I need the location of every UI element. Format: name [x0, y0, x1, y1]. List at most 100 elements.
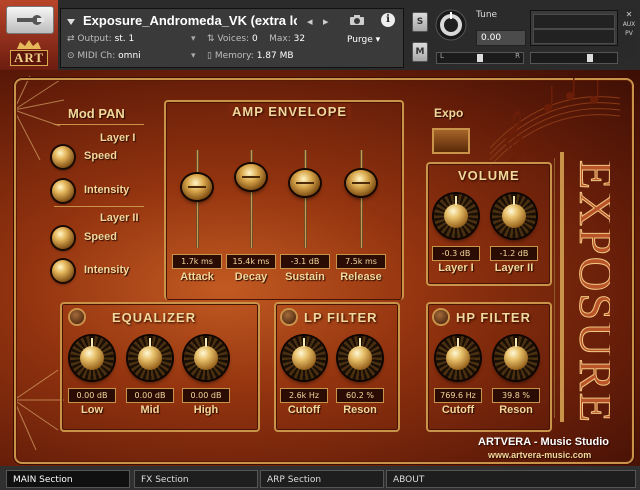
- eq-low-knob-pointer: [91, 338, 93, 347]
- aux-pv-column: ✕ AUX PV: [620, 8, 638, 58]
- purge-dropdown-icon: ▾: [375, 35, 381, 45]
- tune-knob[interactable]: [434, 8, 468, 42]
- volume-handle[interactable]: [587, 54, 593, 62]
- layer1-speed-knob[interactable]: [52, 146, 74, 168]
- lp-reson-label: Reson: [343, 404, 377, 416]
- equalizer-title: EQUALIZER: [112, 310, 197, 325]
- layer2-speed-knob[interactable]: [52, 227, 74, 249]
- svg-text:EXPOSURE: EXPOSURE: [569, 160, 610, 424]
- eq-low-value[interactable]: 0.00 dB: [68, 388, 116, 403]
- amp-envelope-title: AMP ENVELOPE: [228, 104, 352, 119]
- layer2-intensity-knob[interactable]: [52, 260, 74, 282]
- eq-high-knob[interactable]: [184, 336, 228, 380]
- crown-icon: [17, 40, 41, 49]
- art-logo: ART: [6, 36, 52, 66]
- instrument-header: ART Exposure_Andromeda_VK (extra lor ◂ ▸…: [0, 0, 640, 70]
- lp-reson-knob-pointer: [359, 338, 361, 347]
- output-dropdown-icon[interactable]: ▾: [191, 34, 196, 44]
- instrument-name[interactable]: Exposure_Andromeda_VK (extra lor: [67, 13, 297, 31]
- lp-filter-enable-button[interactable]: [282, 310, 296, 324]
- decay-value[interactable]: 15.4k ms: [226, 254, 276, 269]
- pv-label[interactable]: PV: [620, 30, 638, 37]
- tab-main-section[interactable]: MAIN Section: [6, 470, 130, 488]
- release-slider-handle[interactable]: [346, 170, 376, 196]
- eq-low-knob[interactable]: [70, 336, 114, 380]
- prev-instrument-icon[interactable]: ◂: [307, 15, 313, 28]
- tune-value[interactable]: 0.00: [476, 30, 526, 46]
- layer2-speed-label: Speed: [84, 231, 118, 243]
- lp-filter-title: LP FILTER: [304, 310, 378, 325]
- pan-slider[interactable]: L R: [436, 52, 524, 64]
- layer-divider: [54, 206, 144, 207]
- purge-dropdown[interactable]: Purge ▾: [347, 35, 399, 45]
- decay-label: Decay: [234, 271, 268, 283]
- logo-text: ART: [10, 50, 48, 66]
- exposure-brand-logo: EXPOSURE: [554, 152, 610, 425]
- close-icon[interactable]: ✕: [620, 10, 638, 19]
- layer1-intensity-knob[interactable]: [52, 180, 74, 202]
- eq-high-label: High: [193, 404, 219, 416]
- sustain-slider-handle[interactable]: [290, 170, 320, 196]
- instrument-info-panel: Exposure_Andromeda_VK (extra lor ◂ ▸ i ⇄…: [60, 8, 404, 68]
- lp-cutoff-value[interactable]: 2.6k Hz: [280, 388, 328, 403]
- voices-row: ⇅ Voices: 0 Max: 32: [207, 34, 306, 44]
- tab-fx-section[interactable]: FX Section: [134, 470, 258, 488]
- mute-button[interactable]: M: [412, 42, 428, 62]
- eq-high-value[interactable]: 0.00 dB: [182, 388, 230, 403]
- tab-arp-section[interactable]: ARP Section: [260, 470, 384, 488]
- next-instrument-icon[interactable]: ▸: [323, 15, 329, 28]
- lp-reson-knob[interactable]: [338, 336, 382, 380]
- midi-row[interactable]: ⊙ MIDI Ch: omni: [67, 51, 141, 61]
- section-tab-bar: MAIN Section FX Section ARP Section ABOU…: [0, 466, 640, 490]
- amp-envelope-panel: [164, 100, 404, 300]
- tune-label: Tune: [476, 10, 498, 20]
- wrench-icon: [17, 15, 44, 25]
- eq-mid-value[interactable]: 0.00 dB: [126, 388, 174, 403]
- attack-value[interactable]: 1.7k ms: [172, 254, 222, 269]
- pan-right-label: R: [515, 52, 520, 60]
- instrument-body: Mod PAN Layer I Speed Intensity Layer II…: [0, 70, 640, 466]
- layer1-speed-label: Speed: [84, 150, 118, 162]
- volume-layeri-knob-cap: [444, 204, 468, 228]
- eq-mid-knob[interactable]: [128, 336, 172, 380]
- midi-dropdown-icon[interactable]: ▾: [191, 51, 196, 61]
- dropdown-triangle-icon: [67, 18, 75, 25]
- hp-filter-enable-button[interactable]: [434, 310, 448, 324]
- wrench-button[interactable]: [6, 6, 54, 34]
- expo-label: Expo: [434, 106, 464, 120]
- release-label: Release: [340, 271, 382, 283]
- lp-reson-knob-cap: [348, 346, 372, 370]
- eq-mid-label: Mid: [140, 404, 160, 416]
- solo-button[interactable]: S: [412, 12, 428, 32]
- memory-row: ▯ Memory: 1.87 MB: [207, 51, 294, 61]
- volume-slider[interactable]: [530, 52, 618, 64]
- lp-cutoff-knob-cap: [292, 346, 316, 370]
- sustain-slider-track[interactable]: [304, 150, 307, 248]
- mod-pan-title: Mod PAN: [68, 106, 125, 121]
- aux-label[interactable]: AUX: [620, 21, 638, 28]
- output-row[interactable]: ⇄ Output: st. 1: [67, 34, 134, 44]
- meter-right-channel: [533, 29, 615, 44]
- lp-cutoff-knob[interactable]: [282, 336, 326, 380]
- eq-low-label: Low: [81, 404, 103, 416]
- pan-handle[interactable]: [477, 54, 483, 62]
- tab-about[interactable]: ABOUT: [386, 470, 636, 488]
- attack-label: Attack: [180, 271, 214, 283]
- studio-url[interactable]: www.artvera-music.com: [488, 450, 591, 460]
- sustain-value[interactable]: -3.1 dB: [280, 254, 330, 269]
- release-value[interactable]: 7.5k ms: [336, 254, 386, 269]
- mod-pan-divider: [54, 124, 144, 125]
- decay-slider-handle[interactable]: [236, 164, 266, 190]
- camera-icon[interactable]: [349, 14, 365, 26]
- eq-low-knob-cap: [80, 346, 104, 370]
- release-slider-track[interactable]: [360, 150, 363, 248]
- sustain-label: Sustain: [285, 271, 325, 283]
- expo-button[interactable]: [432, 128, 470, 154]
- lp-reson-value[interactable]: 60.2 %: [336, 388, 384, 403]
- lp-cutoff-knob-pointer: [303, 338, 305, 347]
- midi-icon: ⊙: [67, 51, 78, 61]
- attack-slider-handle[interactable]: [182, 174, 212, 200]
- equalizer-enable-button[interactable]: [70, 310, 84, 324]
- info-icon[interactable]: i: [381, 13, 395, 27]
- studio-name: ARTVERA - Music Studio: [478, 436, 609, 448]
